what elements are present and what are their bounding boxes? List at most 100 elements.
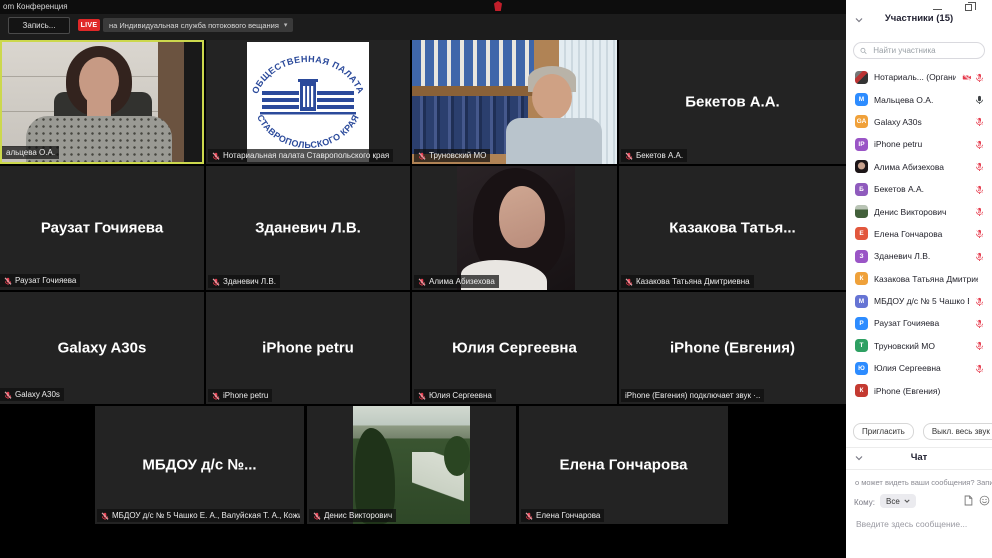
mic-muted-icon [975, 73, 984, 82]
avatar: IP [855, 137, 868, 151]
mic-muted-icon [418, 391, 426, 400]
participant-row[interactable]: Б Бекетов А.А. [846, 178, 992, 200]
participant-row[interactable]: К Казакова Татьяна Дмитриевна [846, 268, 992, 290]
video-tile-mbdou[interactable]: МБДОУ д/с №... МБДОУ д/с № 5 Чашко Е. А.… [95, 406, 304, 524]
video-tile-notary-chamber[interactable]: ОБЩЕСТВЕННАЯ ПАЛАТА СТАВРОПОЛЬСКОГО КРАЯ [206, 40, 410, 164]
mic-muted-icon [212, 277, 220, 286]
tile-display-name: МБДОУ д/с №... [142, 456, 257, 474]
search-input[interactable] [871, 45, 978, 56]
mic-muted-icon [101, 511, 109, 520]
chat-recipient-dropdown[interactable]: Все [880, 494, 916, 508]
participant-row[interactable]: GA Galaxy A30s [846, 111, 992, 133]
participant-name: Раузат Гочияева [874, 318, 940, 329]
tile-display-name: Елена Гончарова [559, 456, 688, 474]
participant-row[interactable]: Алима Абизехова [846, 156, 992, 178]
participant-name: Денис Викторович [874, 206, 947, 217]
participant-row[interactable]: Нотариаль... (Организатор, я) [846, 66, 992, 88]
participant-row[interactable]: М Мальцева О.А. [846, 88, 992, 110]
meeting-toolbar: Запись... LIVE на Индивидуальная служба … [0, 14, 846, 40]
participant-name: iPhone (Евгения) [874, 385, 941, 396]
chat-privacy-notice: о может видеть ваши сообщения? Запись вк [852, 477, 992, 487]
chat-recipient-value: Все [886, 496, 900, 506]
avatar [855, 160, 868, 174]
video-tile-yulia[interactable]: Юлия Сергеевна Юлия Сергеевна [412, 292, 617, 404]
participant-name: Нотариаль... (Организатор, я) [874, 72, 956, 83]
participant-row[interactable]: Р Раузат Гочияева [846, 312, 992, 334]
mic-muted-icon [625, 277, 633, 286]
participant-search[interactable] [853, 42, 985, 59]
avatar: Т [855, 339, 868, 353]
chat-toolbar-icons [964, 495, 990, 506]
avatar: З [855, 249, 868, 263]
video-tile-trunovsky[interactable]: Труновский МО [412, 40, 617, 164]
participant-row[interactable]: М МБДОУ д/с № 5 Чашко Е. А., Ва... [846, 290, 992, 312]
tile-label: Казакова Татьяна Дмитриевна [621, 275, 754, 288]
restore-window-button[interactable] [965, 2, 976, 11]
participant-row[interactable]: Денис Викторович [846, 200, 992, 222]
video-tile-elena[interactable]: Елена Гончарова Елена Гончарова [519, 406, 728, 524]
video-tile-iphone-evgenia[interactable]: iPhone (Евгения) iPhone (Евгения) подклю… [619, 292, 846, 404]
chat-panel-title: Чат [910, 452, 928, 463]
recording-button[interactable]: Запись... [8, 17, 70, 34]
mic-muted-icon [975, 297, 984, 306]
invite-button[interactable]: Пригласить [853, 423, 914, 440]
participant-name: Труновский МО [874, 340, 935, 351]
video-tile-iphone-petru[interactable]: iPhone petru iPhone petru [206, 292, 410, 404]
tile-display-name: iPhone petru [262, 339, 354, 357]
divider [846, 469, 992, 470]
tile-label: Денис Викторович [309, 509, 397, 522]
chat-message-input[interactable] [854, 518, 988, 530]
avatar [855, 70, 868, 84]
tile-label: Раузат Гочияева [0, 274, 81, 287]
attach-file-icon[interactable] [964, 495, 973, 506]
video-tile-galaxy[interactable]: Galaxy A30s Galaxy A30s [0, 292, 204, 404]
participant-row[interactable]: Е Елена Гончарова [846, 223, 992, 245]
avatar: К [855, 384, 868, 398]
chat-notice-text: о может видеть ваши сообщения? Запись вк [855, 477, 992, 487]
participant-name: Юлия Сергеевна [874, 363, 941, 374]
video-tile-maltseva[interactable]: альцева О.А. [0, 40, 204, 164]
participant-name: iPhone petru [874, 139, 923, 150]
chamber-logo: ОБЩЕСТВЕННАЯ ПАЛАТА СТАВРОПОЛЬСКОГО КРАЯ [247, 42, 369, 162]
video-feed [353, 406, 470, 524]
mic-muted-icon [212, 151, 220, 160]
participant-name: Galaxy A30s [874, 116, 922, 127]
emoji-icon[interactable] [979, 495, 990, 506]
tile-label: iPhone petru [208, 389, 273, 402]
participant-row[interactable]: К iPhone (Евгения) [846, 379, 992, 401]
participant-row[interactable]: Т Труновский МО [846, 335, 992, 357]
tile-display-name: Galaxy A30s [57, 339, 147, 357]
video-tile-alima[interactable]: Алима Абизехова [412, 166, 617, 290]
minimize-button[interactable] [933, 4, 942, 10]
tile-label: Алима Абизехова [414, 275, 499, 288]
avatar [855, 205, 868, 219]
participant-row[interactable]: З Зданевич Л.В. [846, 245, 992, 267]
mute-all-button[interactable]: Выкл. весь звук [922, 423, 992, 440]
video-tile-beketov[interactable]: Бекетов А.А. Бекетов А.А. [619, 40, 846, 164]
svg-text:СТАВРОПОЛЬСКОГО КРАЯ: СТАВРОПОЛЬСКОГО КРАЯ [255, 113, 361, 150]
video-tile-zdanevich[interactable]: Зданевич Л.В. Зданевич Л.В. [206, 166, 410, 290]
avatar: М [855, 93, 868, 107]
live-stream-dropdown[interactable]: на Индивидуальная служба потокового веща… [103, 18, 294, 32]
video-tile-kazakova[interactable]: Казакова Татья... Казакова Татьяна Дмитр… [619, 166, 846, 290]
tile-label: Елена Гончарова [521, 509, 605, 522]
participants-actions: Пригласить Выкл. весь звук [846, 423, 992, 440]
tile-label: Galaxy A30s [0, 388, 64, 401]
tile-display-name: Юлия Сергеевна [452, 339, 577, 357]
live-stream-label: на Индивидуальная служба потокового веща… [109, 20, 279, 30]
video-tile-rauzat[interactable]: Раузат Гочияева Раузат Гочияева [0, 166, 204, 290]
mic-muted-icon [975, 319, 984, 328]
tile-label: Зданевич Л.В. [208, 275, 280, 288]
mic-muted-icon [975, 118, 984, 127]
participant-row[interactable]: Ю Юлия Сергеевна [846, 357, 992, 379]
chevron-down-icon: ▾ [283, 22, 288, 29]
tile-label: МБДОУ д/с № 5 Чашко Е. А., Валуйская Т. … [97, 509, 300, 522]
participant-name: Бекетов А.А. [874, 184, 925, 195]
avatar: Р [855, 316, 868, 330]
titlebar-emblem-icon [494, 1, 502, 11]
video-tile-denis[interactable]: Денис Викторович [307, 406, 516, 524]
avatar: М [855, 294, 868, 308]
camera-off-icon [962, 73, 972, 81]
participant-row[interactable]: IP iPhone petru [846, 133, 992, 155]
live-badge: LIVE [78, 19, 100, 31]
